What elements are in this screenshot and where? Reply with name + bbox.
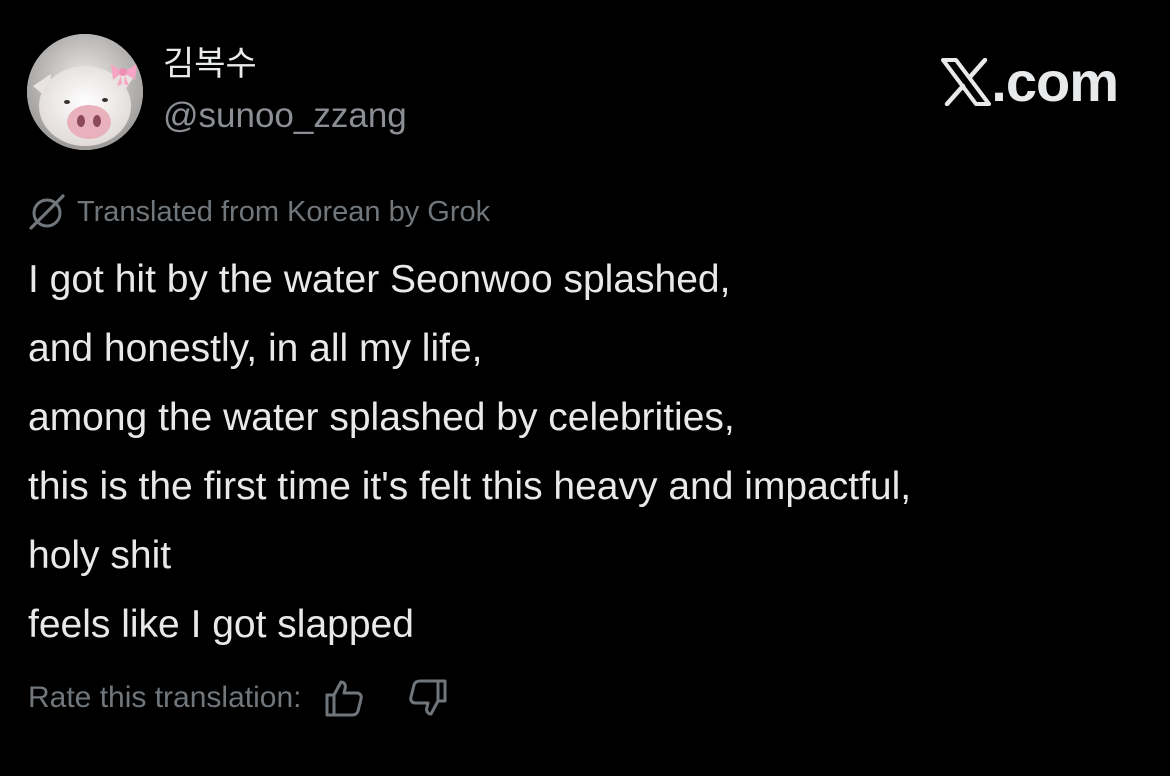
tweet-line: among the water splashed by celebrities, [28,396,735,439]
grok-icon [29,194,65,230]
thumbs-down-button[interactable] [405,675,451,721]
thumbs-up-button[interactable] [321,675,367,721]
tweet-line: holy shit [28,534,172,577]
author-display-name[interactable]: 김복수 [163,44,257,84]
tweet-line: this is the first time it's felt this he… [28,465,912,508]
translation-note: Translated from Korean by Grok [27,192,490,232]
rate-translation-row: Rate this translation: [28,673,451,723]
tweet-line: feels like I got slapped [28,603,414,646]
tweet-text: I got hit by the water Seonwoo splashed,… [28,245,1138,659]
avatar[interactable] [27,34,143,150]
rate-translation-label: Rate this translation: [28,681,302,714]
tweet-line: and honestly, in all my life, [28,327,483,370]
thumbs-down-icon [409,679,447,716]
x-com-brand: .com [941,50,1119,113]
thumbs-up-icon [325,680,364,717]
brand-domain-text: .com [991,50,1119,113]
translation-note-text: Translated from Korean by Grok [77,196,491,228]
x-logo-icon [941,58,992,106]
pig-with-pink-bow-avatar [27,34,143,150]
tweet-line: I got hit by the water Seonwoo splashed, [28,258,731,301]
author-handle[interactable]: @sunoo_zzang [163,96,407,136]
